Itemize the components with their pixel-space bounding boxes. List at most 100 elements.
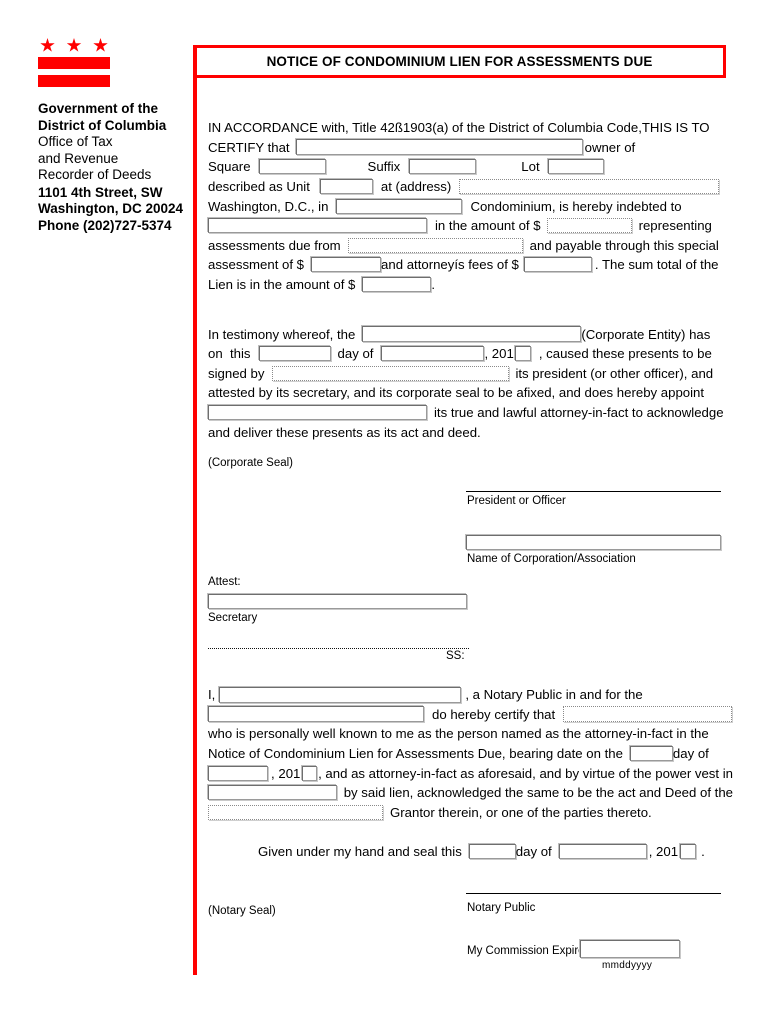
agency-masthead: Government of the District of Columbia O… <box>38 38 188 234</box>
suffix-label: Suffix <box>367 159 401 175</box>
payable-through-label: and payable through this special <box>529 237 719 253</box>
square-field[interactable] <box>258 159 326 175</box>
name-of-corporation-label: Name of Corporation/Association <box>467 553 636 565</box>
agency-address-line-2: Washington, DC 20024 <box>38 201 184 216</box>
name-of-corporation-field[interactable] <box>466 535 721 550</box>
given-year-prefix-label: , 201 <box>648 844 679 860</box>
notary-acknowledgement: I, , a Notary Public in and for the do h… <box>208 685 733 862</box>
lot-field[interactable] <box>547 159 604 175</box>
washington-dc-label: Washington, D.C., in <box>208 198 329 214</box>
special-assessment-label: assessment of $ <box>208 257 305 273</box>
month-field[interactable] <box>381 346 485 362</box>
creditor-name-field[interactable] <box>208 218 427 234</box>
special-assessment-field[interactable] <box>311 257 382 273</box>
given-day-field[interactable] <box>468 844 516 860</box>
acknowledged-label: by said lien, acknowledged the same to b… <box>343 785 733 801</box>
form-title-box: NOTICE OF CONDOMINIUM LIEN FOR ASSESSMEN… <box>193 45 726 78</box>
amount-label: in the amount of $ <box>435 218 541 234</box>
attest-label: Attest: <box>208 576 241 588</box>
grantor-label: Grantor therein, or one of the parties t… <box>390 804 652 820</box>
commission-expires-field[interactable] <box>580 940 680 958</box>
accordance-text: IN ACCORDANCE with, Title 42ß1903(a) of … <box>208 120 710 136</box>
certify-person-field[interactable] <box>563 706 733 723</box>
flag-star-icon <box>93 38 108 52</box>
notary-day-of-label: day of <box>672 746 709 762</box>
unit-label: described as Unit <box>208 179 310 195</box>
lot-label: Lot <box>521 159 540 175</box>
certify-label: CERTIFY that <box>208 139 290 155</box>
president-or-officer-label: President or Officer <box>467 495 566 507</box>
agency-address-line-1: 1101 4th Street, SW <box>38 184 163 200</box>
do-hereby-certify-label: do hereby certify that <box>432 706 556 722</box>
red-vertical-rule <box>193 45 197 975</box>
notary-month-field[interactable] <box>208 765 269 781</box>
agency-phone: Phone (202)727-5374 <box>38 217 172 233</box>
notary-day-field[interactable] <box>629 746 673 762</box>
owner-name-field[interactable] <box>295 139 583 156</box>
attorney-in-fact-field[interactable] <box>208 405 427 421</box>
unit-field[interactable] <box>319 179 373 195</box>
given-month-field[interactable] <box>558 844 647 860</box>
lien-amount-label: Lien is in the amount of $ <box>208 277 356 293</box>
bearing-date-label: Notice of Condominium Lien for Assessmen… <box>208 746 623 762</box>
lien-total-field[interactable] <box>362 277 432 293</box>
lien-power-field[interactable] <box>208 785 337 801</box>
grantor-field[interactable] <box>208 804 383 820</box>
corporate-entity-label: (Corporate Entity) has <box>581 326 711 342</box>
day-of-label: day of <box>337 346 374 362</box>
agency-org-line-2: District of Columbia <box>38 117 167 133</box>
agency-org-line-1: Government of the <box>38 101 159 116</box>
assessments-due-from-field[interactable] <box>347 237 523 253</box>
notary-year-prefix-label: , 201 <box>271 765 301 781</box>
condominium-name-field[interactable] <box>336 198 463 214</box>
attorney-fees-label: and attorneyís fees of $ <box>381 257 519 273</box>
page-title: NOTICE OF CONDOMINIUM LIEN FOR ASSESSMEN… <box>266 54 653 69</box>
personally-known-label: who is personally well known to me as th… <box>208 726 709 742</box>
year-suffix-field[interactable] <box>514 346 531 362</box>
attested-label: attested by its secretary, and its corpo… <box>208 385 705 401</box>
given-year-suffix-field[interactable] <box>680 844 697 860</box>
given-period-label: . <box>701 844 705 860</box>
notary-public-in-for-label: , a Notary Public in and for the <box>465 687 643 703</box>
amount-owed-field[interactable] <box>546 218 632 234</box>
its-president-label: its president (or other officer), and <box>515 365 714 381</box>
lien-amount-period: . <box>431 277 436 293</box>
jurisdiction-field[interactable] <box>208 706 424 723</box>
notary-i-label: I, <box>208 687 216 703</box>
ss-label: SS: <box>446 650 465 662</box>
caused-presents-label: , caused these presents to be <box>538 346 712 362</box>
corporate-entity-field[interactable] <box>362 326 582 343</box>
year-prefix-label: , 201 <box>484 346 514 362</box>
notary-seal-label: (Notary Seal) <box>208 905 276 917</box>
notary-signature-rule <box>466 893 721 894</box>
agency-dept-line-2: and Revenue <box>38 150 119 166</box>
agency-dept-line-1: Office of Tax <box>38 134 113 149</box>
flag-star-icon <box>66 38 82 52</box>
agency-dept-line-3: Recorder of Deeds <box>38 167 152 182</box>
day-field[interactable] <box>258 346 331 362</box>
address-field[interactable] <box>459 179 720 195</box>
deliver-presents-label: and deliver these presents as its act an… <box>208 424 481 440</box>
suffix-field[interactable] <box>409 159 477 175</box>
commission-expires-label: My Commission Expires: <box>467 945 594 957</box>
signed-by-label: signed by <box>208 365 265 381</box>
address-label: at (address) <box>380 179 452 195</box>
secretary-label: Secretary <box>208 612 258 624</box>
testimony-label: In testimony whereof, the <box>208 326 356 342</box>
representing-label: representing <box>638 218 712 234</box>
flag-bar <box>38 57 110 69</box>
flag-star-icon <box>40 38 55 52</box>
signed-by-field[interactable] <box>272 365 510 381</box>
date-format-hint: mmddyyyy <box>602 960 653 971</box>
square-label: Square <box>208 159 251 175</box>
secretary-field[interactable] <box>208 594 467 609</box>
notary-year-suffix-field[interactable] <box>302 765 318 781</box>
notary-public-label: Notary Public <box>467 902 536 914</box>
given-day-of-label: day of <box>515 844 552 860</box>
form-body: IN ACCORDANCE with, Title 42ß1903(a) of … <box>208 118 730 442</box>
president-signature-rule <box>466 491 721 492</box>
on-this-label: on this <box>208 346 251 362</box>
ss-rule <box>208 648 469 649</box>
notary-name-field[interactable] <box>219 686 462 703</box>
attorney-fees-field[interactable] <box>523 257 592 273</box>
